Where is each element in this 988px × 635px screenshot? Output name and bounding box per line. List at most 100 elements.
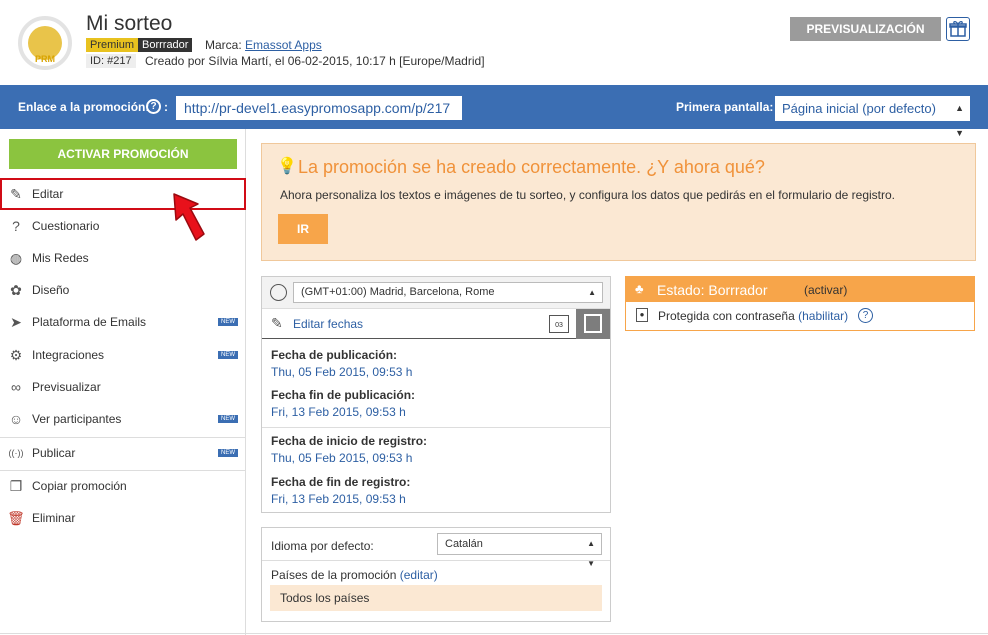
language-value: Catalán	[445, 538, 483, 550]
sidebar-item-label: Cuestionario	[32, 219, 100, 233]
help-icon[interactable]: ?	[858, 308, 873, 323]
publication-end-label: Fecha fin de publicación:	[271, 388, 416, 402]
toggles-icon: ⚙	[9, 347, 23, 363]
calendar-day-icon[interactable]: 03	[549, 315, 569, 333]
trash-icon: 🗑	[7, 510, 25, 526]
sidebar-item-diseno[interactable]: ✿ Diseño	[0, 274, 246, 306]
first-screen-value: Página inicial (por defecto)	[782, 101, 936, 116]
status-header: ♣ Estado: Borrrador (activar)	[626, 277, 974, 302]
brand-label: Marca:	[205, 38, 242, 52]
new-badge: NEW	[218, 318, 238, 326]
preview-button[interactable]: PREVISUALIZACIÓN	[790, 17, 941, 41]
timezone-select[interactable]: (GMT+01:00) Madrid, Barcelona, Rome▲▼	[293, 282, 603, 316]
first-screen-select[interactable]: Página inicial (por defecto) ▲ ▼	[775, 96, 970, 138]
new-badge: NEW	[218, 415, 238, 423]
gift-icon[interactable]	[946, 17, 970, 41]
status-panel: ♣ Estado: Borrrador (activar) ● Protegid…	[625, 276, 975, 331]
sidebar-item-eliminar[interactable]: 🗑 Eliminar	[0, 502, 246, 534]
password-protection: Protegida con contraseña (habilitar)	[658, 309, 848, 323]
premium-badge: Premium	[86, 38, 139, 52]
sidebar-item-publicar[interactable]: ((·)) Publicar NEW	[0, 437, 246, 469]
enable-password-link[interactable]: (habilitar)	[798, 309, 848, 323]
bottom-divider	[0, 633, 988, 634]
pointer-arrow-icon	[173, 193, 205, 241]
registration-end-value: Fri, 13 Feb 2015, 09:53 h	[271, 492, 406, 506]
broadcast-icon: ((·))	[8, 448, 24, 458]
palette-icon: ✿	[10, 282, 22, 298]
paper-plane-icon: ➤	[10, 314, 22, 330]
calendar-view-button[interactable]	[576, 309, 610, 339]
brand-link[interactable]: Emassot Apps	[245, 38, 322, 52]
edit-dates-link[interactable]: Editar fechas	[293, 317, 363, 331]
promo-logo: PRM	[18, 16, 72, 70]
timezone-row: (GMT+01:00) Madrid, Barcelona, Rome▲▼	[262, 277, 610, 316]
sidebar-item-label: Publicar	[32, 446, 76, 460]
calendar-icon	[584, 314, 602, 333]
dates-divider	[262, 427, 610, 428]
logo-text: PRM	[35, 54, 55, 64]
success-description: Ahora personaliza los textos e imágenes …	[280, 188, 896, 202]
language-divider	[262, 560, 610, 561]
publication-date-label: Fecha de publicación:	[271, 348, 398, 362]
registration-end-label: Fecha de fin de registro:	[271, 475, 411, 489]
globe-icon	[270, 284, 287, 301]
sidebar-item-label: Mis Redes	[32, 251, 89, 265]
sidebar-item-label: Diseño	[32, 283, 70, 297]
sidebar-item-label: Plataforma de Emails	[32, 315, 147, 329]
password-protection-label: Protegida con contraseña	[658, 309, 795, 323]
timezone-value: (GMT+01:00) Madrid, Barcelona, Rome	[301, 286, 495, 298]
sidebar-item-cuestionario[interactable]: ? Cuestionario	[0, 210, 246, 242]
first-screen-label: Primera pantalla:	[676, 100, 774, 114]
sidebar-item-integraciones[interactable]: ⚙ Integraciones NEW	[0, 339, 246, 371]
registration-start-value: Thu, 05 Feb 2015, 09:53 h	[271, 451, 413, 465]
sidebar-item-label: Ver participantes	[32, 412, 122, 426]
activate-promotion-button[interactable]: ACTIVAR PROMOCIÓN	[9, 139, 237, 169]
sidebar-item-mis-redes[interactable]: ◍ Mis Redes	[0, 242, 246, 274]
success-panel: 💡 La promoción se ha creado correctament…	[261, 143, 976, 261]
promo-url-field[interactable]: http://pr-devel1.easypromosapp.com/p/217	[176, 96, 462, 120]
globe-icon: ◍	[9, 250, 23, 266]
pencil-icon: ✎	[10, 186, 22, 202]
activate-link[interactable]: (activar)	[804, 283, 847, 297]
new-badge: NEW	[218, 351, 238, 359]
lightbulb-icon: 💡	[277, 158, 297, 175]
mushroom-icon: ♣	[635, 281, 644, 296]
question-icon: ?	[12, 218, 20, 234]
user-icon: ☺	[8, 411, 24, 427]
promo-id: ID: #217	[86, 54, 136, 68]
edit-countries-link[interactable]: (editar)	[400, 568, 438, 582]
sidebar-item-label: Integraciones	[32, 348, 105, 362]
countries-value: Todos los países	[270, 585, 602, 611]
new-badge: NEW	[218, 449, 238, 457]
countries-label-row: Países de la promoción (editar)	[271, 568, 438, 582]
created-info: Creado por Sílvia Martí, el 06-02-2015, …	[145, 54, 485, 68]
status-title: Estado: Borrrador	[657, 282, 768, 298]
lock-icon: ●	[636, 308, 648, 322]
promo-link-label: Enlace a la promoción:	[18, 100, 150, 114]
select-arrows-icon: ▲▼	[955, 103, 964, 138]
language-select[interactable]: Catalán ▲ ▼	[437, 533, 602, 568]
sidebar-item-previsualizar[interactable]: ∞ Previsualizar	[0, 371, 246, 403]
default-language-label: Idioma por defecto:	[271, 539, 374, 553]
sidebar-item-copiar[interactable]: ❐ Copiar promoción	[0, 470, 246, 502]
link-colon: :	[164, 100, 168, 114]
link-bar: Enlace a la promoción: ? : http://pr-dev…	[0, 85, 988, 138]
brand-info: Marca: Emassot Apps	[205, 38, 322, 52]
dates-panel: (GMT+01:00) Madrid, Barcelona, Rome▲▼ ✎ …	[261, 276, 611, 513]
publication-end-value: Fri, 13 Feb 2015, 09:53 h	[271, 405, 406, 419]
go-button[interactable]: IR	[278, 214, 328, 244]
sidebar-item-label: Editar	[32, 187, 64, 201]
header: PRM Mi sorteo Premium Borrrador Marca: E…	[0, 0, 988, 85]
edit-dates-row: ✎ Editar fechas 03	[262, 309, 610, 339]
sidebar-item-participantes[interactable]: ☺ Ver participantes NEW	[0, 403, 246, 435]
help-icon[interactable]: ?	[146, 99, 161, 114]
sidebar-item-editar[interactable]: ✎ Editar	[0, 178, 246, 210]
registration-start-label: Fecha de inicio de registro:	[271, 434, 428, 448]
sidebar-item-emails[interactable]: ➤ Plataforma de Emails NEW	[0, 306, 246, 338]
pencil-icon: ✎	[271, 315, 283, 331]
sidebar-item-label: Copiar promoción	[32, 479, 127, 493]
language-panel: Idioma por defecto: Catalán ▲ ▼ Países de …	[261, 527, 611, 622]
success-title: La promoción se ha creado correctamente.…	[298, 157, 765, 177]
copy-icon: ❐	[9, 478, 23, 494]
countries-label: Países de la promoción	[271, 568, 397, 582]
